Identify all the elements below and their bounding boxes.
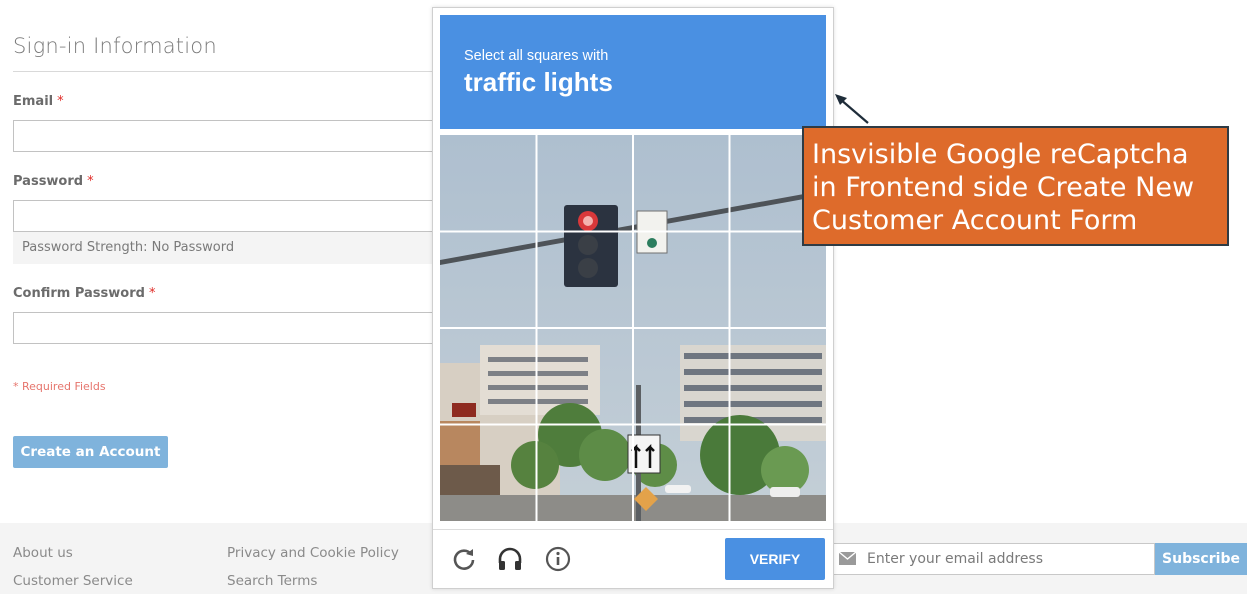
newsletter-placeholder: Enter your email address — [867, 551, 1044, 567]
footer-link-customer-service[interactable]: Customer Service — [13, 573, 133, 589]
required-asterisk: * — [57, 94, 64, 109]
grid-tile[interactable] — [537, 329, 633, 425]
password-label: Password * — [13, 174, 94, 189]
subscribe-button[interactable]: Subscribe — [1155, 543, 1247, 575]
email-field[interactable] — [13, 120, 443, 152]
title-divider — [13, 71, 443, 72]
grid-tile[interactable] — [634, 232, 730, 328]
confirm-password-field[interactable] — [13, 312, 443, 344]
audio-headphones-icon[interactable] — [497, 546, 523, 572]
grid-tile[interactable] — [634, 425, 730, 521]
password-field[interactable] — [13, 200, 443, 232]
recaptcha-challenge-popup: Select all squares with traffic lights V… — [432, 7, 834, 589]
footer-link-about-us[interactable]: About us — [13, 545, 73, 561]
footer-link-privacy-policy[interactable]: Privacy and Cookie Policy — [227, 545, 399, 561]
newsletter-email-input[interactable]: Enter your email address — [830, 543, 1155, 575]
required-fields-note: * Required Fields — [13, 380, 106, 393]
grid-tile[interactable] — [730, 425, 826, 521]
reload-icon[interactable] — [451, 546, 477, 572]
mail-icon — [839, 552, 856, 565]
captcha-target-object: traffic lights — [464, 67, 613, 97]
grid-tile[interactable] — [537, 232, 633, 328]
captcha-image-grid — [440, 135, 826, 521]
annotation-line: in Frontend side Create New — [812, 172, 1195, 203]
email-label: Email * — [13, 94, 64, 109]
annotation-line: Customer Account Form — [812, 205, 1138, 236]
grid-tile[interactable] — [634, 329, 730, 425]
grid-tile[interactable] — [537, 425, 633, 521]
footer-link-search-terms[interactable]: Search Terms — [227, 573, 317, 589]
captcha-header: Select all squares with traffic lights — [440, 15, 826, 129]
grid-tile[interactable] — [440, 232, 536, 328]
confirm-password-label: Confirm Password * — [13, 286, 156, 301]
info-icon[interactable] — [545, 546, 571, 572]
grid-tile[interactable] — [537, 135, 633, 231]
password-strength-text: Password Strength: No Password — [22, 240, 235, 255]
page-title: Sign-in Information — [13, 34, 217, 58]
annotation-line: Insvisible Google reCaptcha — [812, 139, 1189, 170]
create-account-button[interactable]: Create an Account — [13, 436, 168, 468]
password-strength-meter: Password Strength: No Password — [13, 232, 443, 264]
grid-tile[interactable] — [440, 329, 536, 425]
required-asterisk: * — [87, 174, 94, 189]
verify-button[interactable]: VERIFY — [725, 538, 825, 580]
required-asterisk: * — [148, 286, 156, 301]
grid-tile[interactable] — [440, 135, 536, 231]
grid-tile[interactable] — [440, 425, 536, 521]
grid-tile[interactable] — [730, 329, 826, 425]
annotation-callout: Insvisible Google reCaptcha in Frontend … — [802, 126, 1229, 246]
captcha-footer-divider — [433, 529, 833, 530]
callout-arrow-icon — [835, 94, 869, 124]
captcha-instruction: Select all squares with — [464, 48, 609, 64]
grid-tile[interactable] — [634, 135, 730, 231]
grid-tile[interactable] — [730, 232, 826, 328]
